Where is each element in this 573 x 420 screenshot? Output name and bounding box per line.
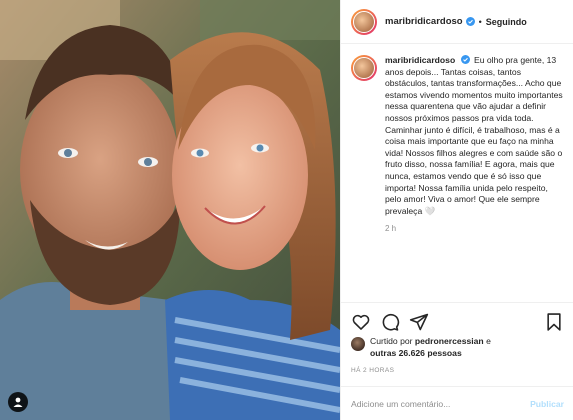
likes-text: Curtido por pedronercessian e outras 26.…	[370, 336, 491, 359]
caption-username[interactable]: maribridicardoso	[385, 55, 455, 65]
post-photo[interactable]	[0, 0, 340, 420]
caption-timestamp[interactable]: 2 h	[385, 224, 564, 233]
verified-badge-icon	[465, 17, 475, 26]
likes-conjunction: e	[486, 336, 491, 346]
couple-selfie-image	[0, 0, 340, 420]
user-tag-icon[interactable]	[8, 392, 28, 412]
post-actions	[341, 302, 573, 340]
likes-others-count[interactable]: outras 26.626 pessoas	[370, 348, 462, 358]
author-avatar[interactable]	[351, 8, 377, 35]
post-age[interactable]: HÁ 2 HORAS	[351, 367, 394, 374]
following-button[interactable]: Seguindo	[486, 17, 527, 27]
comment-input[interactable]	[351, 398, 531, 409]
post-header: maribridicardoso • Seguindo	[341, 0, 573, 44]
bookmark-icon[interactable]	[544, 312, 564, 332]
caption: maribridicardoso Eu olho pra gente, 13 a…	[341, 55, 573, 305]
post-sidebar: maribridicardoso • Seguindo maribridicar…	[340, 0, 573, 420]
publish-button[interactable]: Publicar	[530, 399, 564, 409]
liker-avatar[interactable]	[351, 337, 365, 351]
likes-prefix: Curtido por	[370, 336, 413, 346]
comment-form: Publicar	[341, 386, 573, 420]
caption-verified-badge-icon	[460, 55, 470, 64]
share-icon[interactable]	[409, 312, 429, 332]
caption-text-block: maribridicardoso Eu olho pra gente, 13 a…	[385, 55, 564, 217]
heart-icon[interactable]	[351, 312, 371, 332]
author-username[interactable]: maribridicardoso	[385, 16, 463, 27]
header-separator: •	[478, 16, 482, 27]
comment-icon[interactable]	[380, 312, 400, 332]
caption-author-avatar[interactable]	[351, 55, 377, 81]
likes-summary: Curtido por pedronercessian e outras 26.…	[351, 336, 566, 359]
instagram-post: maribridicardoso • Seguindo maribridicar…	[0, 0, 573, 420]
caption-body-text: Eu olho pra gente, 13 anos depois... Tan…	[385, 55, 563, 216]
liker-username[interactable]: pedronercessian	[415, 336, 484, 346]
